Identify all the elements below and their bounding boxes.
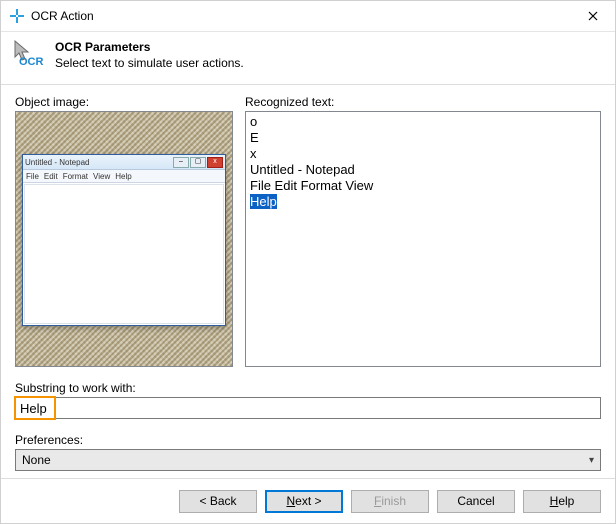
notepad-menu: File Edit Format View Help	[23, 170, 225, 183]
preferences-selected: None	[22, 453, 51, 467]
recognized-text-selection[interactable]: Help	[250, 194, 277, 209]
notepad-menu-item: Edit	[44, 172, 58, 181]
notepad-menu-item: Format	[63, 172, 88, 181]
header-text: OCR Parameters Select text to simulate u…	[55, 40, 244, 70]
object-image-panel: Untitled - Notepad – ▢ x File Edit Forma…	[15, 111, 233, 367]
finish-button: Finish	[351, 490, 429, 513]
ocr-icon-label: OCR	[19, 56, 43, 68]
notepad-titlebar: Untitled - Notepad – ▢ x	[23, 155, 225, 170]
help-button[interactable]: Help	[523, 490, 601, 513]
page-subtitle: Select text to simulate user actions.	[55, 56, 244, 70]
notepad-menu-item: File	[26, 172, 39, 181]
notepad-body	[24, 184, 224, 324]
back-button[interactable]: < Back	[179, 490, 257, 513]
recognized-text-area[interactable]: o E x Untitled - Notepad File Edit Forma…	[246, 112, 600, 366]
header-panel: OCR OCR Parameters Select text to simula…	[1, 32, 615, 85]
app-icon	[9, 8, 25, 24]
dialog-body: Object image: Untitled - Notepad – ▢ x F…	[1, 85, 615, 478]
notepad-max-icon: ▢	[190, 157, 206, 168]
notepad-menu-item: View	[93, 172, 110, 181]
cancel-button[interactable]: Cancel	[437, 490, 515, 513]
preferences-dropdown[interactable]: None ▾	[15, 449, 601, 471]
titlebar: OCR Action	[1, 1, 615, 32]
notepad-close-icon: x	[207, 157, 223, 168]
notepad-title: Untitled - Notepad	[25, 158, 172, 167]
next-button[interactable]: Next >	[265, 490, 343, 513]
notepad-thumbnail: Untitled - Notepad – ▢ x File Edit Forma…	[22, 154, 226, 326]
close-button[interactable]	[571, 1, 615, 31]
ocr-cursor-icon: OCR	[13, 40, 47, 74]
preferences-label: Preferences:	[15, 433, 601, 447]
window-title: OCR Action	[31, 9, 571, 23]
chevron-down-icon: ▾	[589, 455, 594, 466]
page-title: OCR Parameters	[55, 40, 244, 54]
dialog-ocr-action: OCR Action OCR OCR Parameters Select tex…	[0, 0, 616, 524]
substring-label: Substring to work with:	[15, 381, 601, 395]
substring-input[interactable]	[15, 397, 601, 419]
button-row: < Back Next > Finish Cancel Help	[1, 478, 615, 523]
notepad-min-icon: –	[173, 157, 189, 168]
recognized-text-panel[interactable]: o E x Untitled - Notepad File Edit Forma…	[245, 111, 601, 367]
recognized-text-label: Recognized text:	[245, 95, 601, 109]
notepad-menu-item: Help	[115, 172, 131, 181]
object-image-label: Object image:	[15, 95, 233, 109]
